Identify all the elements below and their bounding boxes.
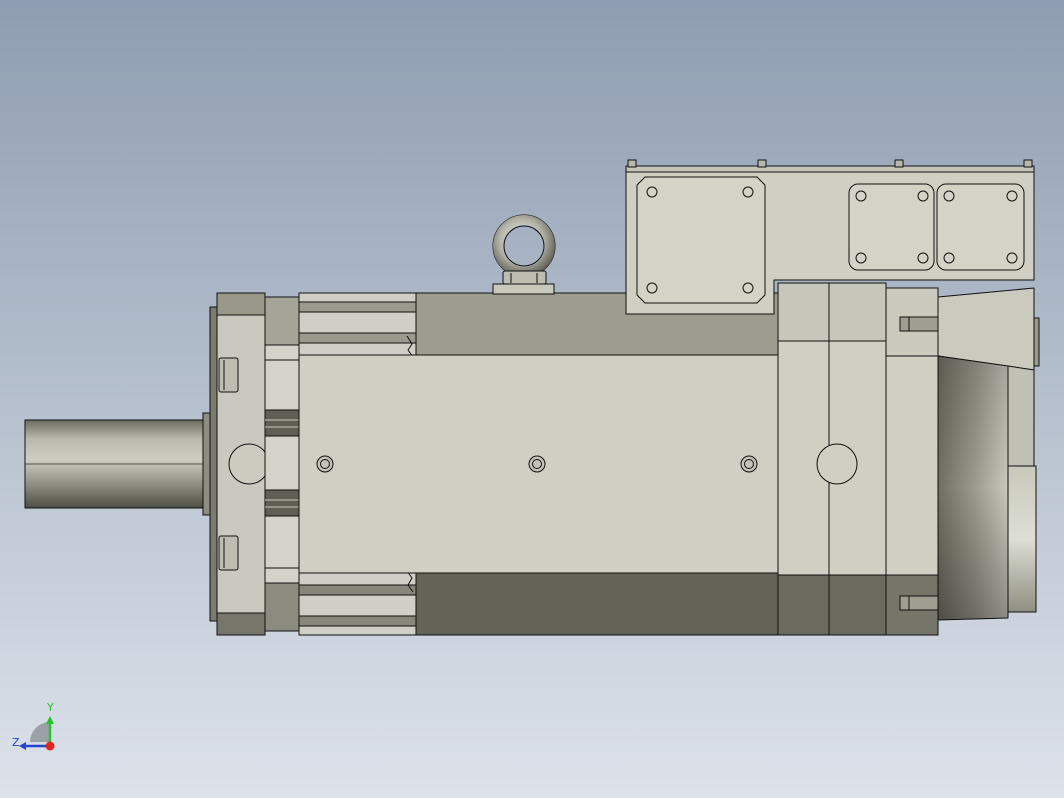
x-axis-icon <box>45 741 55 751</box>
cooling-fins-bottom[interactable] <box>298 570 417 636</box>
motor-drawing[interactable]: Y Z <box>0 0 1064 798</box>
housing-screw-2 <box>528 455 546 473</box>
z-axis-label: Z <box>12 736 20 749</box>
end-bell[interactable] <box>885 287 939 636</box>
connector-plate-2 <box>936 183 1025 271</box>
y-axis-label: Y <box>46 701 54 714</box>
mounting-flange[interactable] <box>209 292 270 636</box>
flange-bolt-pocket-top <box>218 357 239 393</box>
rear-housing[interactable] <box>777 282 887 636</box>
housing-screw-1 <box>316 455 334 473</box>
flange-neck[interactable] <box>264 296 300 632</box>
housing-screw-3 <box>740 455 758 473</box>
terminal-cover-plate <box>636 176 766 304</box>
encoder-cover[interactable] <box>937 287 1040 621</box>
rear-pilot-circle <box>816 443 858 485</box>
cooling-fins-top[interactable] <box>298 292 417 358</box>
connector-plate-1 <box>848 183 935 271</box>
flange-bolt-pocket-bottom <box>218 535 239 571</box>
output-shaft[interactable] <box>24 412 212 516</box>
cad-viewport[interactable]: Y Z <box>0 0 1064 798</box>
flange-pilot-circle <box>228 443 270 485</box>
